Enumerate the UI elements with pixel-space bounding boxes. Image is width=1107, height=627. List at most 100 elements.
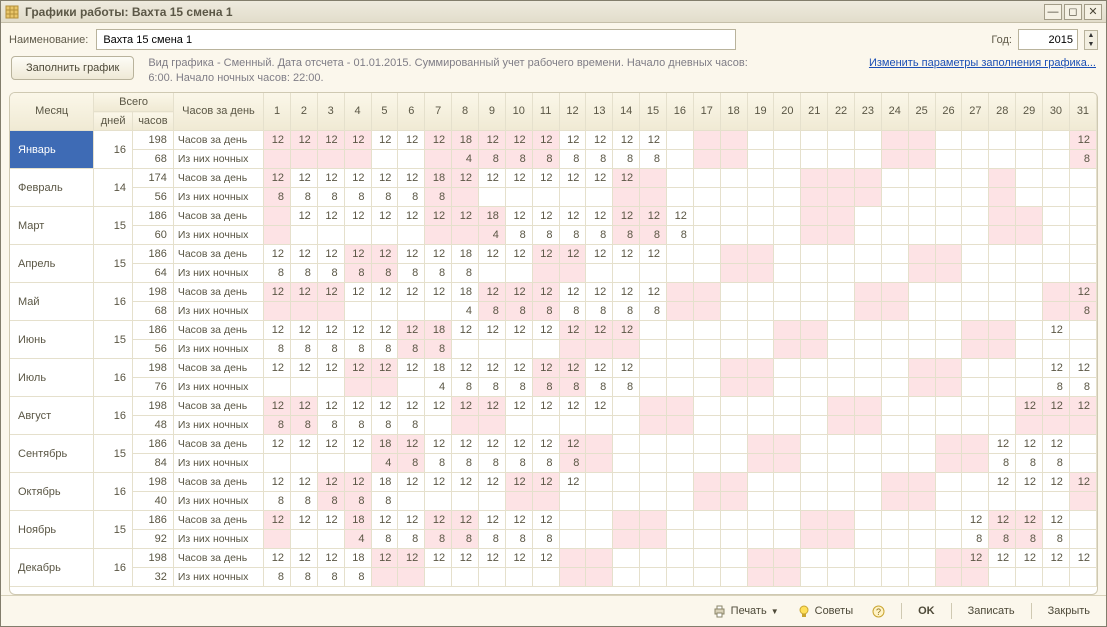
hour-cell[interactable]: 12 (452, 397, 479, 416)
night-cell[interactable] (264, 378, 291, 397)
hour-cell[interactable]: 12 (1043, 549, 1070, 568)
hour-cell[interactable]: 12 (1069, 473, 1096, 492)
night-cell[interactable] (1069, 188, 1096, 207)
hour-cell[interactable]: 12 (640, 283, 667, 302)
ok-button[interactable]: OK (912, 603, 941, 619)
hour-cell[interactable] (720, 245, 747, 264)
night-cell[interactable] (720, 302, 747, 321)
hour-cell[interactable]: 12 (398, 435, 425, 454)
night-cell[interactable] (747, 226, 774, 245)
hour-cell[interactable]: 12 (532, 245, 559, 264)
hour-cell[interactable]: 12 (478, 473, 505, 492)
night-cell[interactable] (452, 340, 479, 359)
night-cell[interactable]: 8 (425, 454, 452, 473)
hour-cell[interactable] (1069, 511, 1096, 530)
night-cell[interactable] (613, 492, 640, 511)
hour-cell[interactable]: 12 (344, 435, 371, 454)
night-cell[interactable] (505, 188, 532, 207)
hour-cell[interactable] (881, 511, 908, 530)
night-cell[interactable] (344, 302, 371, 321)
hour-cell[interactable] (693, 359, 720, 378)
hour-cell[interactable]: 12 (505, 397, 532, 416)
hour-cell[interactable] (720, 549, 747, 568)
night-cell[interactable] (371, 378, 398, 397)
hour-cell[interactable] (720, 283, 747, 302)
hour-cell[interactable] (881, 473, 908, 492)
hour-cell[interactable]: 12 (559, 169, 586, 188)
hour-cell[interactable] (962, 169, 989, 188)
hour-cell[interactable]: 12 (1016, 511, 1043, 530)
night-cell[interactable]: 8 (317, 188, 344, 207)
hour-cell[interactable]: 12 (532, 473, 559, 492)
hour-cell[interactable]: 12 (398, 511, 425, 530)
hour-cell[interactable] (774, 283, 801, 302)
hour-cell[interactable] (640, 397, 667, 416)
hour-cell[interactable]: 18 (425, 359, 452, 378)
hour-cell[interactable] (935, 473, 962, 492)
night-cell[interactable]: 8 (264, 492, 291, 511)
night-cell[interactable] (371, 226, 398, 245)
hour-cell[interactable] (774, 131, 801, 150)
night-cell[interactable] (693, 340, 720, 359)
night-cell[interactable] (935, 568, 962, 587)
hour-cell[interactable]: 12 (505, 131, 532, 150)
close-button[interactable]: ✕ (1084, 4, 1102, 20)
night-cell[interactable] (881, 568, 908, 587)
hour-cell[interactable] (855, 207, 882, 226)
hour-cell[interactable]: 12 (452, 473, 479, 492)
night-cell[interactable] (559, 340, 586, 359)
night-cell[interactable]: 8 (317, 340, 344, 359)
night-cell[interactable] (747, 188, 774, 207)
night-cell[interactable] (801, 530, 828, 549)
night-cell[interactable] (317, 378, 344, 397)
night-cell[interactable] (1043, 226, 1070, 245)
hour-cell[interactable]: 12 (532, 359, 559, 378)
night-cell[interactable]: 8 (962, 530, 989, 549)
night-cell[interactable]: 8 (425, 530, 452, 549)
hour-cell[interactable] (693, 397, 720, 416)
hour-cell[interactable]: 12 (425, 435, 452, 454)
hour-cell[interactable] (666, 321, 693, 340)
night-cell[interactable] (989, 226, 1016, 245)
night-cell[interactable] (855, 378, 882, 397)
hour-cell[interactable]: 18 (452, 283, 479, 302)
hour-cell[interactable]: 12 (505, 549, 532, 568)
night-cell[interactable] (478, 568, 505, 587)
night-cell[interactable]: 8 (1069, 150, 1096, 169)
table-row[interactable]: Ноябрь15186Часов за день1212121812121212… (10, 511, 1097, 530)
night-cell[interactable]: 4 (344, 530, 371, 549)
hour-cell[interactable]: 12 (425, 283, 452, 302)
night-cell[interactable] (989, 492, 1016, 511)
hour-cell[interactable] (586, 473, 613, 492)
hour-cell[interactable] (747, 397, 774, 416)
hour-cell[interactable] (855, 131, 882, 150)
hour-cell[interactable]: 12 (317, 245, 344, 264)
hour-cell[interactable]: 12 (1043, 511, 1070, 530)
night-cell[interactable] (586, 454, 613, 473)
hour-cell[interactable] (774, 473, 801, 492)
night-cell[interactable] (720, 340, 747, 359)
night-cell[interactable] (828, 188, 855, 207)
hour-cell[interactable] (881, 169, 908, 188)
hour-cell[interactable]: 12 (371, 397, 398, 416)
night-cell[interactable]: 8 (344, 492, 371, 511)
night-cell[interactable]: 8 (532, 454, 559, 473)
night-cell[interactable] (640, 454, 667, 473)
hour-cell[interactable]: 12 (586, 131, 613, 150)
night-cell[interactable] (666, 416, 693, 435)
hour-cell[interactable]: 12 (425, 473, 452, 492)
night-cell[interactable] (640, 378, 667, 397)
hour-cell[interactable]: 12 (559, 321, 586, 340)
night-cell[interactable]: 8 (1069, 302, 1096, 321)
hour-cell[interactable] (908, 359, 935, 378)
hour-cell[interactable]: 12 (478, 169, 505, 188)
night-cell[interactable] (1016, 302, 1043, 321)
night-cell[interactable]: 8 (613, 378, 640, 397)
hour-cell[interactable]: 12 (478, 511, 505, 530)
night-cell[interactable] (693, 416, 720, 435)
night-cell[interactable] (398, 226, 425, 245)
night-cell[interactable] (1043, 302, 1070, 321)
hour-cell[interactable]: 12 (317, 169, 344, 188)
hour-cell[interactable] (774, 511, 801, 530)
hour-cell[interactable] (908, 321, 935, 340)
